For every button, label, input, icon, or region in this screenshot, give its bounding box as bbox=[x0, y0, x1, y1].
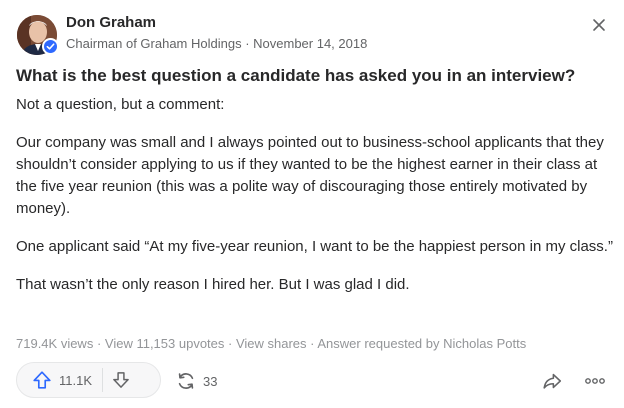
answer-card: Don Graham Chairman of Graham Holdings ·… bbox=[0, 0, 624, 408]
check-badge-icon bbox=[46, 43, 55, 50]
reshare-count: 33 bbox=[203, 373, 218, 389]
reshare-icon bbox=[178, 373, 194, 389]
downvote-arrow-icon bbox=[113, 372, 129, 388]
view-shares-link[interactable]: View shares bbox=[236, 336, 307, 351]
stats-separator: · bbox=[306, 336, 318, 351]
stats-separator: · bbox=[93, 336, 105, 351]
vote-control: 11.1K bbox=[16, 362, 161, 398]
answer-paragraph: Not a question, but a comment: bbox=[16, 96, 225, 113]
share-button[interactable] bbox=[540, 369, 564, 393]
reshare-button[interactable]: 33 bbox=[175, 370, 217, 392]
views-count: 719.4K views bbox=[16, 336, 94, 351]
question-title[interactable]: What is the best question a candidate ha… bbox=[16, 66, 616, 86]
share-arrow-icon bbox=[543, 373, 562, 389]
answer-paragraph: One applicant said “At my five-year reun… bbox=[16, 238, 613, 255]
upvote-arrow-icon bbox=[33, 371, 51, 389]
byline-separator: · bbox=[241, 36, 254, 51]
answer-stats: 719.4K views · View 11,153 upvotes · Vie… bbox=[16, 336, 526, 351]
verified-badge-icon bbox=[42, 38, 59, 55]
close-icon bbox=[593, 19, 605, 31]
stats-separator: · bbox=[224, 336, 236, 351]
more-dots-icon bbox=[585, 378, 605, 384]
view-upvotes-link[interactable]: View 11,153 upvotes bbox=[105, 336, 225, 351]
answer-requested-by: Answer requested by Nicholas Potts bbox=[317, 336, 527, 351]
author-byline: Chairman of Graham Holdings · November 1… bbox=[66, 36, 367, 51]
upvote-count: 11.1K bbox=[59, 372, 93, 388]
answer-paragraph: That wasn’t the only reason I hired her.… bbox=[16, 276, 410, 293]
upvote-button[interactable]: 11.1K bbox=[17, 363, 102, 397]
more-options-button[interactable] bbox=[583, 369, 607, 393]
answer-body: Not a question, but a comment: Our compa… bbox=[16, 94, 616, 312]
downvote-button[interactable] bbox=[103, 363, 139, 397]
author-credential[interactable]: Chairman of Graham Holdings bbox=[66, 36, 242, 51]
answer-date[interactable]: November 14, 2018 bbox=[253, 36, 367, 51]
close-button[interactable] bbox=[588, 14, 610, 36]
answer-paragraph: Our company was small and I always point… bbox=[16, 134, 604, 217]
author-name[interactable]: Don Graham bbox=[66, 14, 156, 31]
